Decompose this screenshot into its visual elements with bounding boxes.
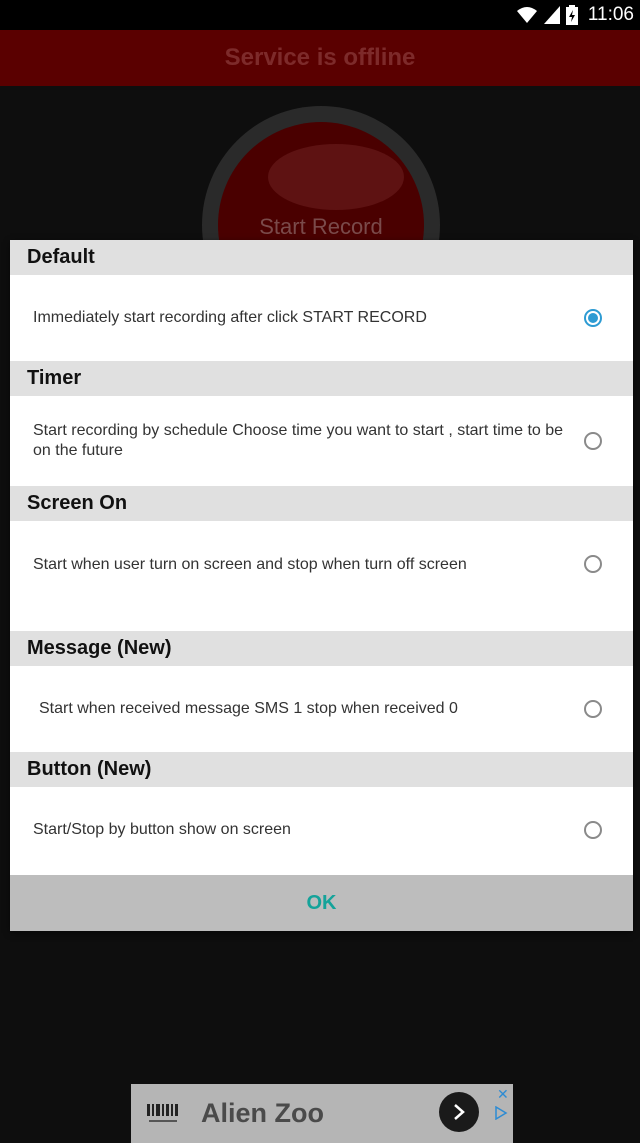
option-screen-on[interactable]: Start when user turn on screen and stop … (10, 521, 633, 631)
radio-button[interactable] (584, 821, 602, 839)
radio-timer[interactable] (584, 432, 602, 450)
section-header-screen-on: Screen On (10, 486, 633, 521)
option-default-label: Immediately start recording after click … (33, 309, 427, 326)
battery-icon (565, 5, 578, 25)
status-bar: 11:06 (0, 0, 640, 30)
option-message[interactable]: Start when received message SMS 1 stop w… (10, 666, 633, 752)
signal-icon (543, 6, 560, 24)
ad-title: Alien Zoo (201, 1098, 324, 1128)
option-timer[interactable]: Start recording by schedule Choose time … (10, 396, 633, 486)
radio-message[interactable] (584, 700, 602, 718)
option-timer-label: Start recording by schedule Choose time … (33, 422, 564, 459)
section-header-default: Default (10, 240, 633, 275)
option-button-label: Start/Stop by button show on screen (33, 821, 291, 838)
ad-go-arrow-icon[interactable] (439, 1092, 479, 1132)
service-status-title: Service is offline (224, 44, 416, 71)
section-header-button: Button (New) (10, 752, 633, 787)
app-header: Service is offline (0, 30, 640, 86)
option-default[interactable]: Immediately start recording after click … (10, 275, 633, 361)
ok-button-label: OK (306, 891, 337, 914)
section-header-timer: Timer (10, 361, 633, 396)
ad-banner[interactable]: Alien Zoo ✕ (131, 1084, 513, 1143)
ok-button[interactable]: OK (10, 875, 633, 931)
radio-screen-on[interactable] (584, 555, 602, 573)
section-header-message: Message (New) (10, 631, 633, 666)
option-screen-on-label: Start when user turn on screen and stop … (33, 556, 467, 573)
radio-default[interactable] (584, 309, 602, 327)
start-record-label: Start Record (259, 214, 383, 239)
record-mode-dialog: Default Immediately start recording afte… (10, 240, 633, 931)
status-clock: 11:06 (587, 4, 634, 25)
record-button-gloss (268, 144, 404, 210)
ad-logo-icon (145, 1102, 181, 1126)
wifi-icon (516, 6, 538, 24)
option-button[interactable]: Start/Stop by button show on screen (10, 787, 633, 873)
option-message-label: Start when received message SMS 1 stop w… (39, 700, 458, 717)
ad-choices-icon[interactable] (494, 1105, 508, 1125)
ad-close-icon[interactable]: ✕ (497, 1086, 509, 1103)
